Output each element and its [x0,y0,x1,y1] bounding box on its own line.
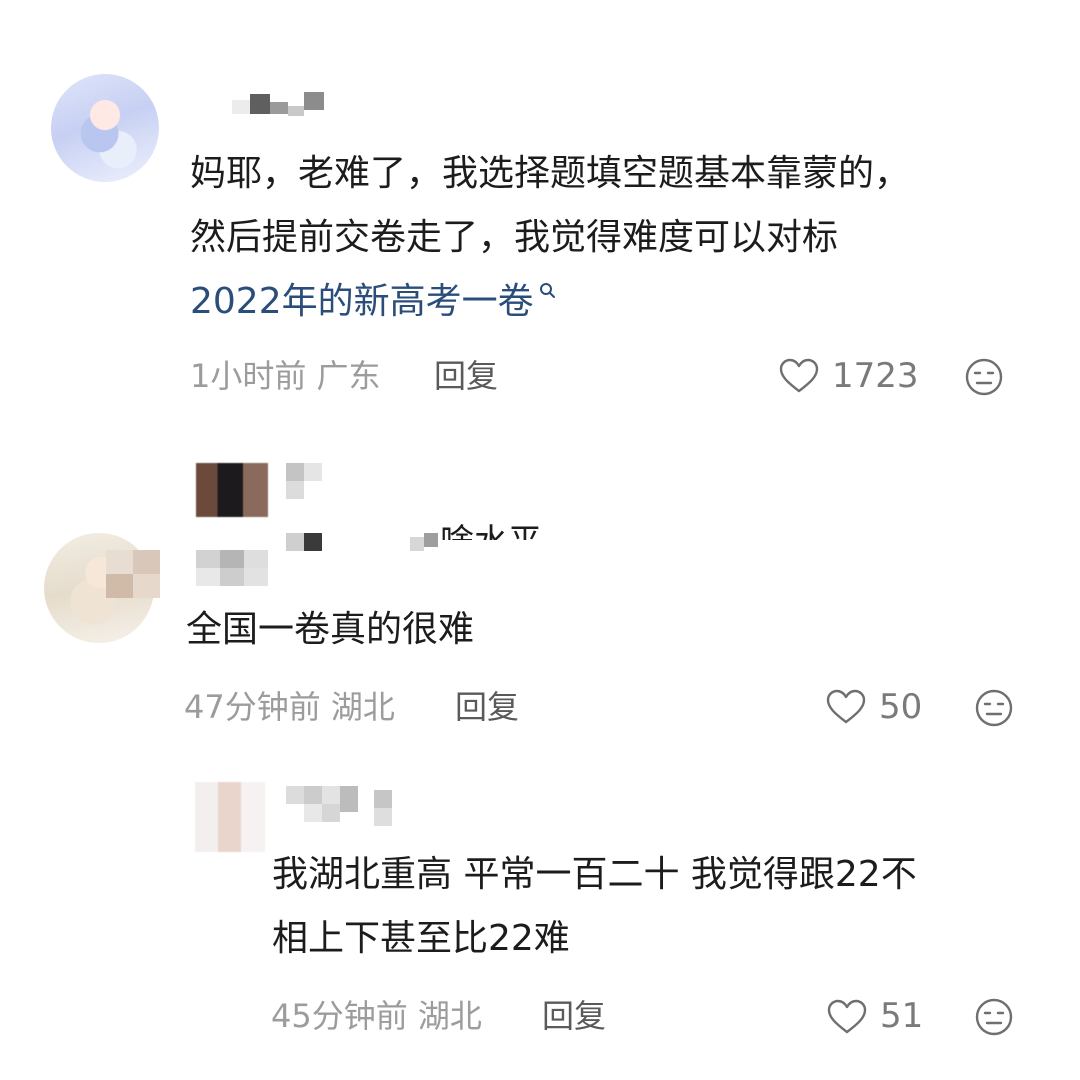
comment-text-line: 相上下甚至比22难 [272,918,570,959]
partial-comment-text: 啥水平 [440,522,542,540]
reply-button[interactable]: 回复 [434,356,498,396]
username-blurred[interactable] [196,550,268,586]
username-blurred[interactable] [286,786,392,836]
reply-button[interactable]: 回复 [542,996,606,1036]
comment-text-line: 妈耶，老难了，我选择题填空题基本靠蒙的， [190,153,911,194]
comment-text-line: 全国一卷真的很难 [186,609,475,650]
like-count: 50 [879,687,923,727]
comment-location: 湖北 [330,688,395,726]
comment-meta: 1小时前 广东 [190,356,381,396]
avatar-badge-blurred [106,550,160,598]
comment-text-line: 然后提前交卷走了，我觉得难度可以对标 [190,217,839,258]
comment-location: 湖北 [417,997,482,1035]
search-icon[interactable] [538,281,558,301]
comment-location: 广东 [316,357,381,395]
reply-button[interactable]: 回复 [455,687,519,727]
heart-outline-icon[interactable] [826,689,866,725]
comment-meta: 47分钟前 湖北 [184,687,395,727]
username-blurred[interactable] [286,463,322,499]
comment-text-line: 我湖北重高 平常一百二十 我觉得跟22不 [272,854,917,895]
username-blurred[interactable] [232,88,324,124]
comment-time: 45分钟前 [271,997,408,1035]
meh-face-icon[interactable] [964,357,1004,397]
comment-list: 妈耶，老难了，我选择题填空题基本靠蒙的， 然后提前交卷走了，我觉得难度可以对标 … [0,0,1080,1080]
search-link[interactable]: 2022年的新高考一卷 [190,281,534,322]
comment-meta: 45分钟前 湖北 [271,996,482,1036]
blurred-text [286,533,438,553]
meh-face-icon[interactable] [974,997,1014,1037]
reply-avatar-blurred[interactable] [195,782,265,852]
heart-outline-icon[interactable] [827,999,867,1035]
like-count: 51 [880,996,924,1036]
like-count: 1723 [832,356,919,396]
heart-outline-icon[interactable] [779,358,819,394]
comment-time: 1小时前 [190,357,307,395]
user-avatar[interactable] [51,74,159,182]
comment-link-line[interactable]: 2022年的新高考一卷 [190,270,558,334]
meh-face-icon[interactable] [974,688,1014,728]
reply-avatar-blurred[interactable] [196,463,268,517]
comment-time: 47分钟前 [184,688,321,726]
